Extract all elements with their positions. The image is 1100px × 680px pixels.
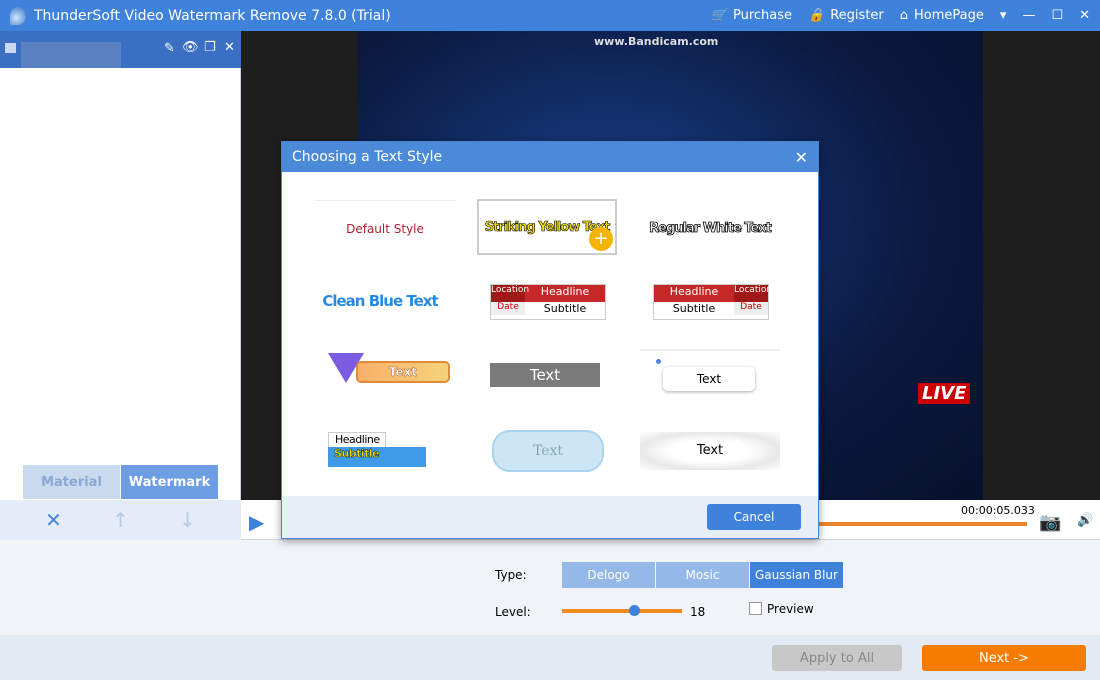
style-location-headline[interactable]: Location Headline Date Subtitle bbox=[490, 284, 606, 320]
style-bubble[interactable]: Text bbox=[492, 430, 604, 472]
edit-icon[interactable]: ✎ bbox=[164, 41, 175, 56]
close-button[interactable]: ✕ bbox=[1079, 8, 1090, 23]
menu-button[interactable]: ▾ bbox=[1000, 8, 1007, 23]
image-icon bbox=[5, 43, 16, 53]
style-striking-yellow[interactable]: Striking Yellow Text + bbox=[477, 199, 617, 255]
home-icon: ⌂ bbox=[899, 8, 909, 23]
style-rounded-box[interactable]: Text bbox=[640, 349, 780, 393]
type-label: Type: bbox=[495, 568, 527, 582]
cancel-button[interactable]: Cancel bbox=[707, 504, 801, 530]
remove-icon[interactable]: ✕ bbox=[45, 508, 62, 532]
app-logo-icon bbox=[10, 6, 26, 25]
maximize-button[interactable]: ☐ bbox=[1051, 8, 1063, 23]
timeline-slider[interactable] bbox=[819, 522, 1027, 526]
preview-label: Preview bbox=[767, 602, 814, 616]
cart-icon: 🛒 bbox=[710, 8, 727, 23]
dialog-footer: Cancel bbox=[282, 496, 818, 538]
list-toolbar: ✕ ↑ ↓ bbox=[0, 500, 241, 540]
text-style-dialog: Choosing a Text Style ✕ Default Style St… bbox=[281, 141, 819, 539]
level-slider[interactable] bbox=[562, 605, 682, 616]
dialog-title: Choosing a Text Style bbox=[292, 149, 443, 165]
style-colorful-banner[interactable]: Text bbox=[328, 349, 452, 393]
preview-checkbox[interactable] bbox=[749, 602, 762, 615]
copy-icon[interactable]: ❐ bbox=[204, 40, 216, 55]
move-down-icon[interactable]: ↓ bbox=[179, 508, 196, 532]
apply-to-all-button[interactable]: Apply to All bbox=[772, 645, 902, 671]
next-button[interactable]: Next -> bbox=[922, 645, 1086, 671]
snapshot-icon[interactable]: 📷 bbox=[1039, 512, 1061, 533]
volume-icon[interactable]: 🔊 bbox=[1077, 513, 1093, 528]
move-up-icon[interactable]: ↑ bbox=[112, 508, 129, 532]
style-default[interactable]: Default Style bbox=[315, 200, 455, 256]
style-brush[interactable]: Text bbox=[640, 432, 780, 470]
tab-material[interactable]: Material bbox=[23, 465, 120, 499]
watermark-list bbox=[0, 68, 241, 500]
dialog-close-icon[interactable]: ✕ bbox=[795, 148, 808, 167]
purchase-button[interactable]: 🛒 Purchase bbox=[711, 8, 792, 23]
delete-icon[interactable]: ✕ bbox=[224, 40, 235, 55]
level-value: 18 bbox=[690, 605, 706, 619]
dot-icon bbox=[656, 359, 661, 364]
play-icon[interactable]: ▶ bbox=[249, 510, 264, 534]
homepage-button[interactable]: ⌂ HomePage bbox=[900, 8, 984, 23]
lock-icon: 🔒 bbox=[808, 8, 825, 23]
time-readout: 00:00:05.033 bbox=[961, 504, 1035, 517]
live-badge: LIVE bbox=[918, 383, 971, 404]
type-mosic[interactable]: Mosic bbox=[656, 562, 749, 588]
watermark-name-field[interactable] bbox=[21, 42, 121, 68]
style-headline-subtitle[interactable]: Headline Subtitle bbox=[328, 432, 426, 468]
level-slider-thumb[interactable] bbox=[629, 605, 640, 616]
eye-icon[interactable]: 👁 bbox=[182, 40, 199, 55]
watermark-item-header[interactable]: ✎ 👁 ❐ ✕ bbox=[0, 31, 241, 68]
add-icon[interactable]: + bbox=[589, 227, 613, 251]
style-gray-box[interactable]: Text bbox=[490, 363, 600, 387]
dialog-title-bar: Choosing a Text Style ✕ bbox=[282, 142, 818, 172]
title-bar: ThunderSoft Video Watermark Remove 7.8.0… bbox=[0, 0, 1100, 31]
style-clean-blue[interactable]: Clean Blue Text bbox=[310, 273, 450, 329]
minimize-button[interactable]: — bbox=[1022, 8, 1035, 23]
type-gaussian-blur[interactable]: Gaussian Blur bbox=[750, 562, 843, 588]
register-button[interactable]: 🔒 Register bbox=[808, 8, 884, 23]
type-delogo[interactable]: Delogo bbox=[562, 562, 655, 588]
tab-watermark[interactable]: Watermark bbox=[121, 465, 218, 499]
style-headline-location[interactable]: Headline Location Subtitle Date bbox=[653, 284, 772, 320]
window-title: ThunderSoft Video Watermark Remove 7.8.0… bbox=[34, 7, 391, 24]
level-label: Level: bbox=[495, 605, 531, 619]
style-regular-white[interactable]: Regular White Text bbox=[640, 200, 780, 256]
video-overlay-text: www.Bandicam.com bbox=[594, 35, 719, 48]
